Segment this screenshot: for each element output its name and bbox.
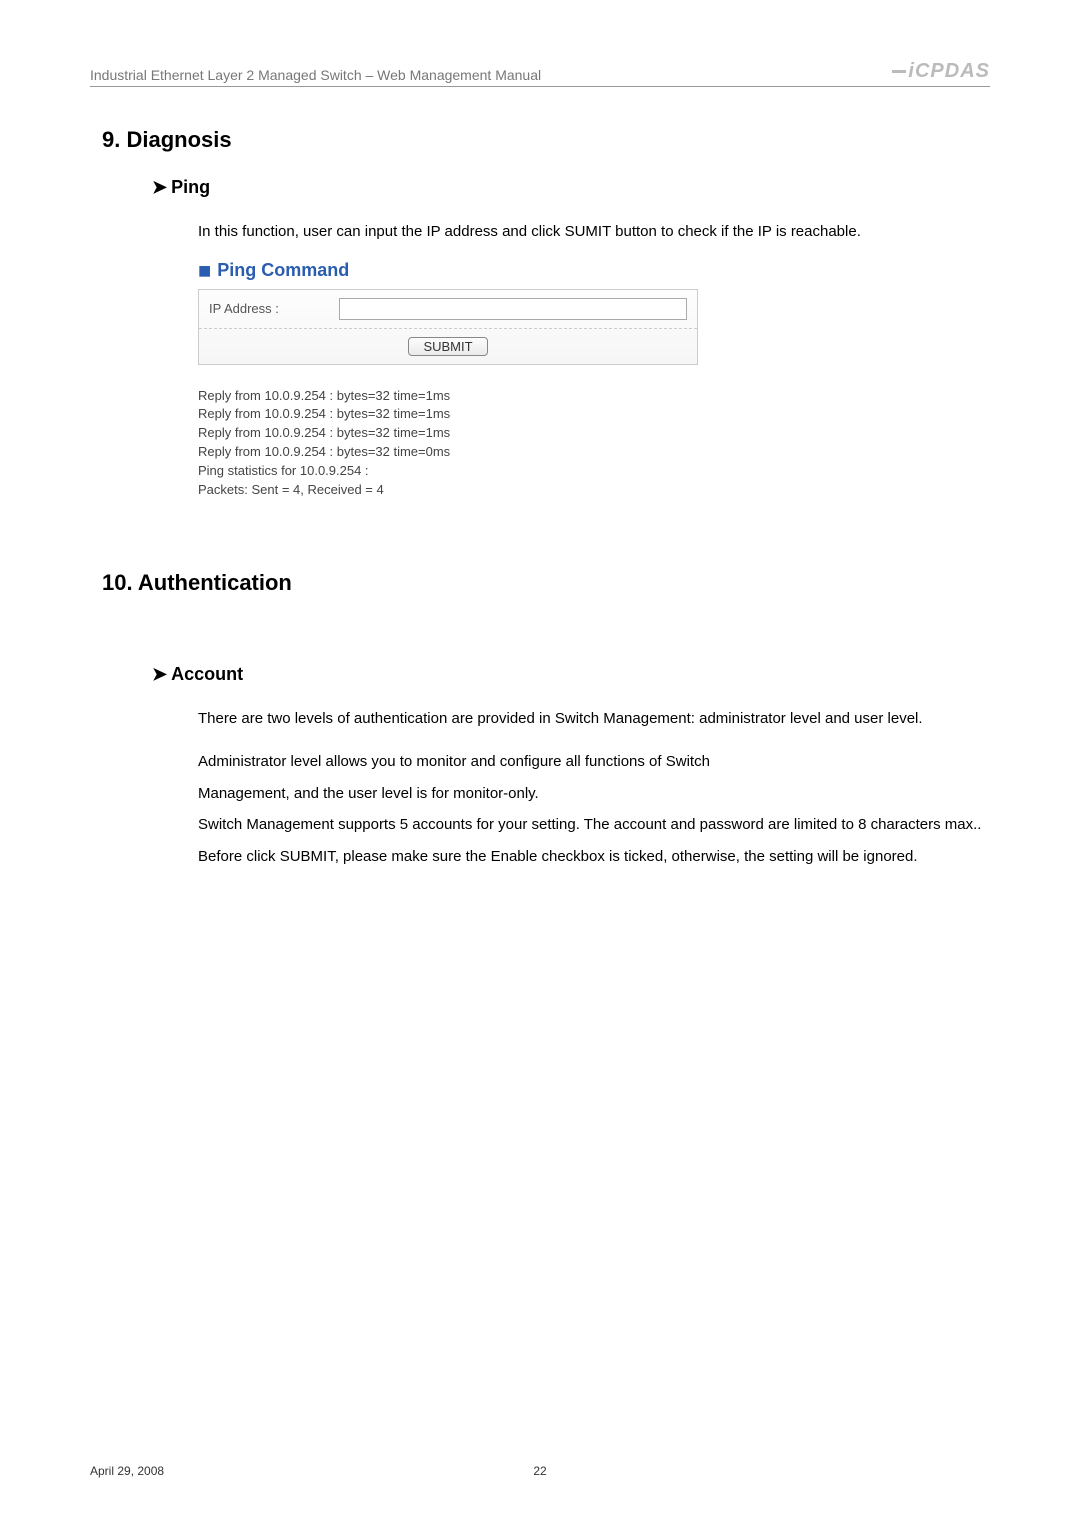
footer-date: April 29, 2008	[90, 1464, 164, 1478]
ip-address-input[interactable]	[339, 298, 687, 320]
account-paragraph-4: Switch Management supports 5 accounts fo…	[198, 809, 990, 872]
ping-description: In this function, user can input the IP …	[198, 216, 990, 248]
account-paragraph-3: Management, and the user level is for mo…	[198, 778, 990, 810]
account-subheading-text: Account	[171, 664, 243, 684]
footer-page-number: 22	[533, 1464, 546, 1478]
ping-command-block: ■ Ping Command IP Address : SUBMIT	[198, 260, 990, 365]
arrow-icon: ➤	[152, 664, 167, 684]
ip-address-row: IP Address :	[199, 290, 697, 329]
ping-subheading-text: Ping	[171, 177, 210, 197]
submit-row: SUBMIT	[199, 329, 697, 364]
account-paragraph-2: Administrator level allows you to monito…	[198, 746, 990, 778]
header-title: Industrial Ethernet Layer 2 Managed Swit…	[90, 67, 541, 83]
ping-command-title-text: Ping Command	[217, 260, 349, 280]
ping-form: IP Address : SUBMIT	[198, 289, 698, 365]
brand-logo: iCPDAS	[892, 60, 990, 83]
ip-address-label: IP Address :	[209, 301, 339, 316]
submit-button[interactable]: SUBMIT	[408, 337, 487, 356]
page-header: Industrial Ethernet Layer 2 Managed Swit…	[90, 60, 990, 87]
arrow-icon: ➤	[152, 177, 167, 197]
section-10-heading: 10. Authentication	[102, 570, 990, 596]
bullet-icon: ■	[198, 258, 211, 283]
section-9-heading: 9. Diagnosis	[102, 127, 990, 153]
ping-output: Reply from 10.0.9.254 : bytes=32 time=1m…	[198, 387, 990, 500]
ping-subheading: ➤Ping	[152, 177, 990, 198]
ping-command-title: ■ Ping Command	[198, 260, 990, 281]
account-subheading: ➤Account	[152, 664, 990, 685]
page-footer: April 29, 2008 22	[90, 1464, 990, 1478]
account-paragraph-1: There are two levels of authentication a…	[198, 703, 990, 735]
